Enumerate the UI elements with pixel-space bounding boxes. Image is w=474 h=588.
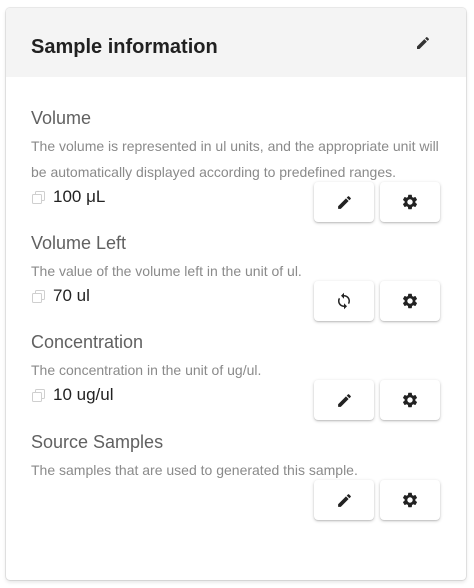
pencil-icon [337, 393, 351, 407]
gear-icon [402, 194, 418, 210]
field-concentration: Concentration The concentration in the u… [31, 331, 446, 383]
header-edit-button[interactable] [413, 33, 433, 53]
field-label: Concentration [31, 332, 144, 352]
volume-left-settings-button[interactable] [380, 281, 440, 321]
gear-icon [402, 492, 418, 508]
pencil-icon [337, 493, 351, 507]
field-value-row: 100 μL [31, 187, 105, 207]
gear-icon [402, 293, 418, 309]
card-header: Sample information [6, 8, 466, 77]
field-label: Source Samples [31, 432, 164, 452]
field-source-samples: Source Samples The samples that are used… [31, 431, 446, 483]
field-value: 100 μL [53, 187, 106, 206]
field-description: The volume is represented in ul units, a… [31, 133, 446, 185]
field-label: Volume [31, 108, 92, 128]
volume-left-refresh-button[interactable] [314, 281, 374, 321]
pencil-icon [417, 36, 430, 49]
volume-edit-button[interactable] [314, 182, 374, 222]
field-label: Volume Left [31, 233, 127, 253]
volume-settings-button[interactable] [380, 182, 440, 222]
gear-icon [402, 392, 418, 408]
field-volume: Volume The volume is represented in ul u… [31, 107, 446, 185]
field-value: 10 ug/ul [53, 385, 114, 404]
pencil-icon [337, 195, 351, 209]
field-value: 70 ul [53, 286, 90, 305]
source-samples-settings-button[interactable] [380, 480, 440, 520]
field-value-row: 70 ul [31, 286, 90, 306]
card-title: Sample information [31, 36, 218, 58]
refresh-icon [338, 292, 350, 310]
field-description-line: The volume is represented in ul units, a… [31, 138, 439, 154]
concentration-settings-button[interactable] [380, 380, 440, 420]
sample-information-card: Sample information Volume The volume is … [6, 8, 466, 580]
source-samples-edit-button[interactable] [314, 480, 374, 520]
field-value-row: 10 ug/ul [31, 385, 114, 405]
field-volume-left: Volume Left The value of the volume left… [31, 232, 446, 284]
copy-icon[interactable] [31, 388, 45, 402]
concentration-edit-button[interactable] [314, 380, 374, 420]
copy-icon[interactable] [31, 190, 45, 204]
copy-icon[interactable] [31, 289, 45, 303]
